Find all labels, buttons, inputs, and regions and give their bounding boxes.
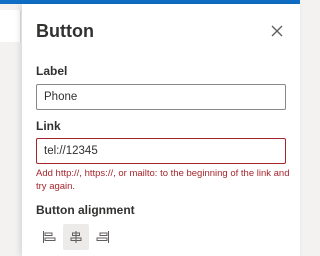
align-left-button[interactable] — [36, 224, 62, 250]
label-input[interactable] — [36, 84, 286, 110]
align-left-icon — [43, 231, 56, 243]
close-button[interactable] — [268, 22, 286, 40]
button-alignment-label: Button alignment — [36, 203, 135, 217]
align-center-button[interactable] — [63, 224, 89, 250]
background-canvas — [0, 4, 22, 256]
link-input[interactable] — [36, 138, 286, 164]
canvas-element — [0, 10, 21, 42]
label-field-label: Label — [36, 64, 68, 78]
align-right-button[interactable] — [90, 224, 116, 250]
close-icon — [271, 25, 283, 37]
align-right-icon — [96, 231, 109, 243]
link-field-label: Link — [36, 119, 61, 133]
button-properties-panel: Button Label Link Add http://, https://,… — [22, 4, 300, 256]
link-error-message: Add http://, https://, or mailto: to the… — [36, 168, 290, 192]
align-center-icon — [70, 231, 82, 243]
alignment-options — [36, 224, 117, 250]
panel-title: Button — [36, 21, 94, 41]
